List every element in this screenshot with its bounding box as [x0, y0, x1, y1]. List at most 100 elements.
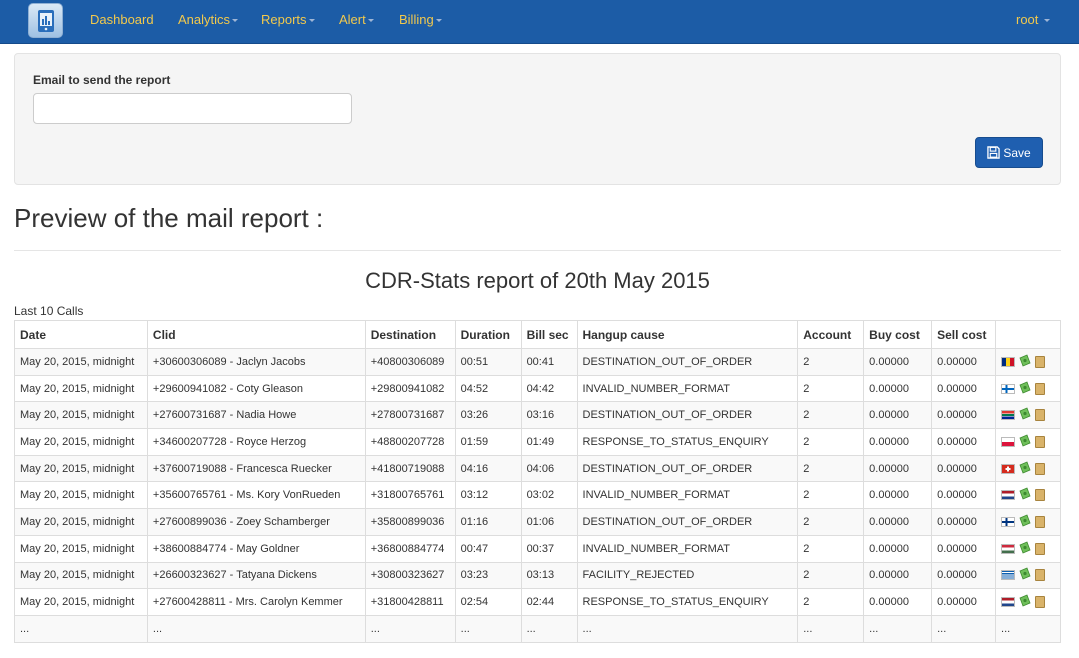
cell-billsec: 01:49: [520, 428, 578, 456]
cell-buy: 0.00000: [863, 508, 933, 536]
cell-date: May 20, 2015, midnight: [14, 588, 148, 616]
cell-icons: [995, 401, 1061, 430]
preview-title: Preview of the mail report :: [14, 203, 324, 233]
table-row-ellipsis: ..............................: [14, 614, 1061, 643]
money-icon: [1018, 514, 1032, 530]
file-icon[interactable]: [1035, 409, 1046, 422]
money-icon: [1018, 461, 1032, 477]
faroe-islands-flag-icon: [1001, 383, 1016, 394]
cell-account: 2: [797, 508, 865, 536]
money-icon: [1018, 380, 1032, 397]
money-icon: [1018, 354, 1032, 370]
cell-sell: 0.00000: [931, 534, 997, 563]
south-africa-flag-icon: [1001, 410, 1016, 421]
cell-destination: +27800731687: [364, 401, 456, 430]
file-icon[interactable]: [1035, 596, 1046, 609]
file-icon[interactable]: [1035, 435, 1046, 448]
cell-ellipsis: ...: [364, 614, 456, 643]
file-icon[interactable]: [1035, 515, 1046, 528]
cell-clid: +27600731687 - Nadia Howe: [146, 401, 366, 430]
column-header: Duration: [454, 320, 522, 349]
cell-clid: +27600899036 - Zoey Schamberger: [146, 508, 366, 536]
cell-sell: 0.00000: [931, 401, 997, 430]
cell-buy: 0.00000: [863, 534, 933, 563]
table-row: May 20, 2015, midnight +27600731687 - Nad…: [14, 401, 1061, 430]
cell-date: May 20, 2015, midnight: [14, 508, 148, 536]
table-row: May 20, 2015, midnight +27600899036 - Zoe…: [14, 508, 1061, 536]
column-header: Clid: [146, 320, 366, 349]
save-button[interactable]: Save: [975, 137, 1043, 168]
cell-date: May 20, 2015, midnight: [14, 454, 148, 483]
cell-destination: +48800207728: [364, 428, 456, 456]
nav-dashboard[interactable]: Dashboard: [90, 12, 154, 27]
romania-flag-icon: [1001, 356, 1016, 367]
floppy-disk-icon: [987, 146, 1001, 159]
calls-table: Date Clid Destination Duration Bill sec Hangu…: [14, 320, 1061, 643]
cell-ellipsis: ...: [931, 614, 997, 643]
cell-date: May 20, 2015, midnight: [14, 401, 148, 430]
nav-reports[interactable]: Reports: [261, 12, 315, 27]
cell-account: 2: [797, 481, 865, 510]
nav-reports-label: Reports: [261, 12, 307, 27]
nav-alert[interactable]: Alert: [339, 12, 374, 27]
cell-buy: 0.00000: [863, 401, 933, 430]
report-title: CDR-Stats report of 20th May 2015: [365, 268, 710, 293]
cell-duration: 03:23: [454, 561, 522, 590]
cell-clid: +35600765761 - Ms. Kory VonRueden: [146, 481, 366, 510]
cell-icons: [995, 481, 1061, 510]
money-icon: [1018, 434, 1032, 450]
cell-icons: [995, 561, 1061, 590]
cell-account: 2: [797, 561, 865, 590]
user-name: root: [1016, 12, 1039, 27]
phone-app-icon: [38, 10, 54, 32]
netherlands-flag-icon: [1001, 490, 1016, 501]
table-row: May 20, 2015, midnight +27600428811 - Mrs…: [14, 588, 1061, 616]
cell-duration: 00:47: [454, 534, 522, 563]
cell-billsec: 02:44: [520, 588, 578, 616]
cell-date: May 20, 2015, midnight: [14, 348, 148, 376]
email-input[interactable]: [33, 93, 352, 124]
file-icon[interactable]: [1035, 462, 1046, 475]
cell-duration: 04:52: [454, 374, 522, 403]
cell-icons: [995, 534, 1061, 563]
cell-billsec: 04:06: [520, 454, 578, 483]
cell-date: May 20, 2015, midnight: [14, 534, 148, 563]
file-icon[interactable]: [1035, 489, 1046, 502]
nav-analytics[interactable]: Analytics: [178, 12, 239, 27]
nav-analytics-label: Analytics: [178, 12, 231, 27]
cell-hangup: INVALID_NUMBER_FORMAT: [576, 481, 799, 510]
cell-account: 2: [797, 454, 865, 483]
cell-buy: 0.00000: [863, 428, 933, 456]
cell-hangup: DESTINATION_OUT_OF_ORDER: [576, 348, 799, 376]
cell-account: 2: [797, 534, 865, 563]
column-header: Date: [14, 320, 148, 349]
file-icon[interactable]: [1035, 542, 1046, 555]
caret-down-icon: [308, 19, 315, 23]
file-icon[interactable]: [1035, 569, 1046, 582]
cell-billsec: 04:42: [520, 374, 578, 403]
cell-sell: 0.00000: [931, 454, 997, 483]
cell-icons: [995, 588, 1061, 616]
table-row: May 20, 2015, midnight +35600765761 - Ms.…: [14, 481, 1061, 510]
app-logo[interactable]: [28, 3, 63, 38]
money-icon: [1018, 487, 1032, 503]
cell-hangup: FACILITY_REJECTED: [576, 561, 799, 590]
table-row: May 20, 2015, midnight +30600306089 - Jac…: [14, 348, 1061, 376]
user-menu[interactable]: root: [1016, 12, 1051, 27]
cell-billsec: 00:37: [520, 534, 578, 563]
cell-buy: 0.00000: [863, 374, 933, 403]
file-icon[interactable]: [1035, 382, 1046, 395]
cell-clid: +38600884774 - May Goldner: [146, 534, 366, 563]
cell-hangup: DESTINATION_OUT_OF_ORDER: [576, 401, 799, 430]
cell-account: 2: [797, 588, 865, 616]
cell-buy: 0.00000: [863, 348, 933, 376]
cell-date: May 20, 2015, midnight: [14, 428, 148, 456]
cell-account: 2: [797, 348, 865, 376]
cell-date: May 20, 2015, midnight: [14, 374, 148, 403]
table-row: May 20, 2015, midnight +34600207728 - Roy…: [14, 428, 1061, 456]
cell-billsec: 03:13: [520, 561, 578, 590]
file-icon[interactable]: [1035, 355, 1046, 368]
table-row: May 20, 2015, midnight +37600719088 - Fra…: [14, 454, 1061, 483]
cell-clid: +34600207728 - Royce Herzog: [146, 428, 366, 456]
nav-billing[interactable]: Billing: [399, 12, 442, 27]
